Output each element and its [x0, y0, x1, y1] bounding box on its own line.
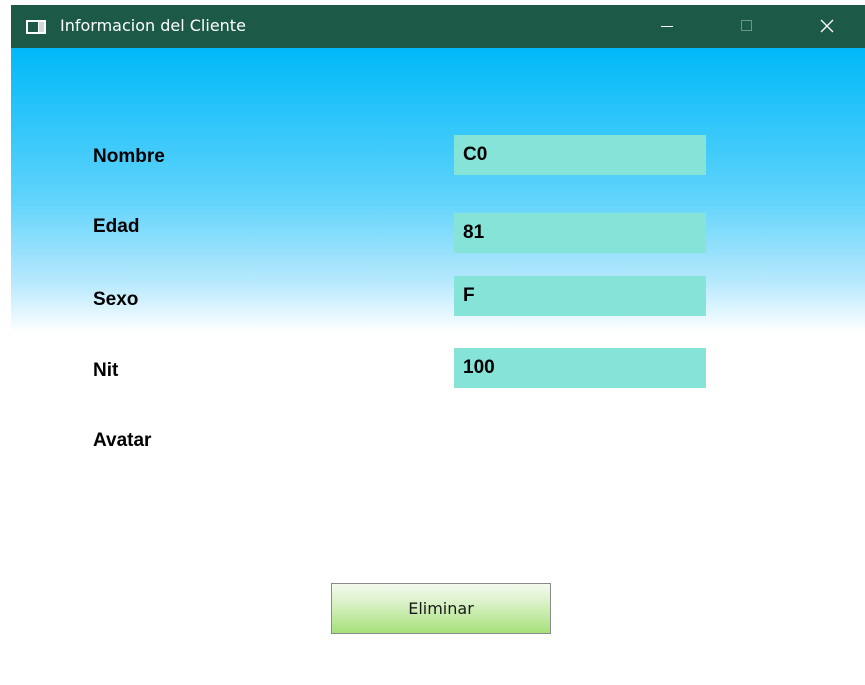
minimize-button[interactable]: [643, 5, 689, 48]
nombre-label: Nombre: [93, 146, 165, 167]
nombre-value[interactable]: C0: [454, 135, 706, 175]
edad-value[interactable]: 81: [454, 213, 706, 253]
title-bar[interactable]: Informacion del Cliente: [11, 5, 865, 48]
close-button[interactable]: [803, 5, 849, 48]
delete-button[interactable]: Eliminar: [331, 583, 551, 634]
sexo-value[interactable]: F: [454, 276, 706, 316]
nit-label: Nit: [93, 360, 119, 381]
sexo-label: Sexo: [93, 289, 139, 310]
edad-label: Edad: [93, 216, 140, 237]
window-title: Informacion del Cliente: [60, 16, 246, 35]
window-app-icon: [26, 19, 46, 34]
minimize-icon: [661, 26, 673, 27]
nit-value[interactable]: 100: [454, 348, 706, 388]
close-icon: [820, 19, 834, 33]
avatar-image: [454, 418, 706, 568]
avatar-label: Avatar: [93, 430, 152, 451]
maximize-button[interactable]: [723, 5, 769, 48]
client-info-window: Informacion del Cliente Nombre C0 Edad 8…: [11, 5, 865, 685]
maximize-icon: [741, 20, 752, 31]
